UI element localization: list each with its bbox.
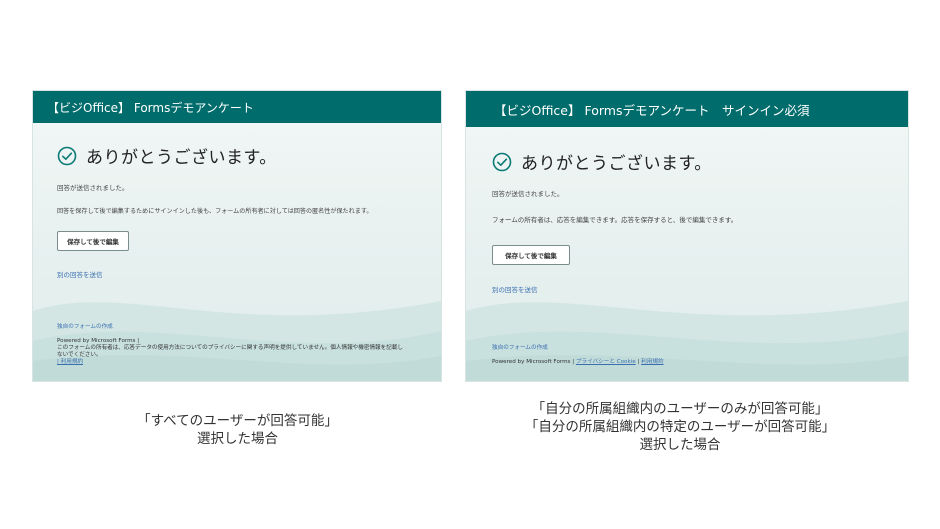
form-header: 【ビジOffice】 Formsデモアンケート xyxy=(33,91,441,123)
terms-link[interactable]: 利用規約 xyxy=(641,359,663,365)
privacy-cookie-link[interactable]: プライバシーと Cookie xyxy=(576,359,636,365)
form-confirmation-panel-public: 【ビジOffice】 Formsデモアンケート ありがとうございます。 回答が送… xyxy=(33,91,441,381)
privacy-disclaimer-line2: ないでください。 xyxy=(57,351,102,358)
form-confirmation-panel-org: 【ビジOffice】 Formsデモアンケート サインイン必須 ありがとうござい… xyxy=(466,91,908,381)
caption-right: 「自分の所属組織内のユーザーのみが回答可能」 「自分の所属組織内の特定のユーザー… xyxy=(470,400,890,455)
caption-left: 「すべてのユーザーが回答可能」 選択した場合 xyxy=(60,412,415,448)
terms-link[interactable]: | 利用規約 xyxy=(57,359,422,366)
sent-message: 回答が送信されました。 xyxy=(57,184,129,192)
create-form-link[interactable]: 独自のフォームの作成 xyxy=(57,324,113,331)
privacy-disclaimer-line1: このフォームの所有者は、応答データの使用方法についてのプライバシーに関する声明を… xyxy=(57,344,404,351)
caption-left-line2: 選択した場合 xyxy=(197,431,278,448)
form-title: 【ビジOffice】 Formsデモアンケート サインイン必須 xyxy=(494,102,810,118)
caption-right-line3: 選択した場合 xyxy=(639,437,721,454)
form-title: 【ビジOffice】 Formsデモアンケート xyxy=(47,100,254,115)
check-circle-icon xyxy=(57,146,77,166)
thank-you-heading: ありがとうございます。 xyxy=(86,148,277,168)
caption-left-line1: 「すべてのユーザーが回答可能」 xyxy=(137,413,338,429)
footer-separator: | xyxy=(637,359,640,365)
footer-info: Powered by Microsoft Forms | このフォームの所有者は… xyxy=(57,338,422,366)
anonymity-info: 回答を保存して後で編集するためにサインインした後も、フォームの所有者に対しては回… xyxy=(57,208,373,215)
save-and-edit-button[interactable]: 保存して後で編集 xyxy=(492,245,570,265)
form-header: 【ビジOffice】 Formsデモアンケート サインイン必須 xyxy=(466,91,908,127)
create-form-link[interactable]: 独自のフォームの作成 xyxy=(492,345,548,352)
save-and-edit-button[interactable]: 保存して後で編集 xyxy=(57,231,129,251)
edit-info: フォームの所有者は、応答を編集できます。応答を保存すると、後で編集できます。 xyxy=(492,216,738,224)
submit-another-response-link[interactable]: 別の回答を送信 xyxy=(57,269,103,279)
thank-you-heading: ありがとうございます。 xyxy=(521,154,712,174)
caption-right-line2: 「自分の所属組織内の特定のユーザーが回答可能」 xyxy=(524,419,836,436)
footer-info: Powered by Microsoft Forms | プライバシーと Coo… xyxy=(492,359,664,366)
caption-right-line1: 「自分の所属組織内のユーザーのみが回答可能」 xyxy=(531,401,829,417)
powered-by-text: Powered by Microsoft Forms | xyxy=(492,359,575,365)
thank-you-row: ありがとうございます。 xyxy=(57,143,277,168)
powered-by-text: Powered by Microsoft Forms | xyxy=(57,338,140,344)
check-circle-icon xyxy=(492,152,512,172)
sent-message: 回答が送信されました。 xyxy=(492,190,564,198)
submit-another-response-link[interactable]: 別の回答を送信 xyxy=(492,284,538,294)
thank-you-row: ありがとうございます。 xyxy=(492,149,712,174)
